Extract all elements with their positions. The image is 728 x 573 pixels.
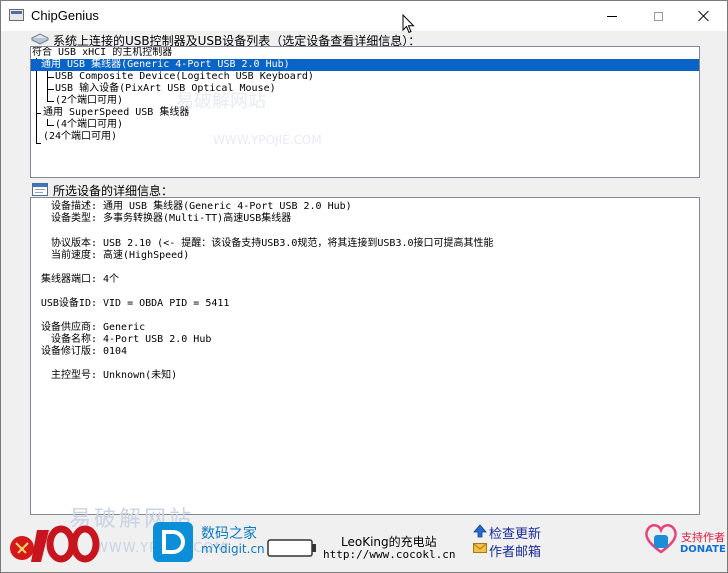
usb-tree-icon — [31, 33, 49, 45]
tree-connector-line — [47, 71, 48, 102]
author-website-link[interactable]: http://www.cocokl.cn — [323, 548, 455, 561]
detail-label-hub-ports: 集线器端口: — [40, 274, 97, 285]
donate-label-en[interactable]: DONATE — [680, 544, 726, 555]
detail-value-protocol: USB 2.10 (<- 提醒：该设备支持USB3.0规范，将其连接到USB3.… — [103, 238, 494, 249]
detail-label-revision: 设备修订版: — [40, 346, 97, 357]
title-bar[interactable]: ChipGenius — [1, 1, 727, 31]
detail-value-device-name: 4-Port USB 2.0 Hub — [103, 334, 212, 345]
chipgenius-app-icon — [9, 9, 24, 21]
mydigit-site-url[interactable]: mYdigit.cn — [201, 542, 265, 556]
chipgenius-window: ChipGenius 系统上连接的USB控制器及USB设备列表（选定设备查看详细… — [0, 0, 728, 573]
device-details-panel[interactable]: 设备描述: 通用 USB 集线器(Generic 4-Port USB 2.0 … — [30, 197, 700, 515]
tree-connector-line — [36, 143, 41, 144]
detail-value-device-id: VID = OBDA PID = 5411 — [103, 298, 230, 309]
watermark-text: 易破解网站 — [176, 91, 266, 112]
tree-item-ports-available[interactable]: (4个端口可用) — [55, 119, 123, 131]
tree-connector-line — [47, 77, 54, 78]
minimize-button[interactable] — [589, 1, 635, 31]
mail-icon — [473, 543, 487, 553]
maximize-button[interactable] — [635, 1, 681, 31]
detail-value-revision: 0104 — [103, 346, 128, 357]
maximize-icon — [653, 11, 663, 21]
100-years-anniversary-logo — [10, 525, 100, 563]
minimize-icon — [607, 15, 617, 17]
author-email-link[interactable]: 作者邮箱 — [489, 541, 541, 560]
detail-value-hub-ports: 4个 — [103, 274, 120, 285]
detail-value-vendor: Generic — [103, 322, 146, 333]
watermark-url: WWW.YPOJIE.COM — [213, 133, 322, 147]
tree-connector-line — [36, 113, 41, 114]
close-icon — [698, 10, 710, 22]
donate-heart-icon[interactable] — [643, 521, 679, 555]
tree-item-superspeed-hub[interactable]: 通用 SuperSpeed USB 集线器 — [43, 107, 189, 119]
detail-value-controller: Unknown(未知) — [103, 370, 178, 381]
detail-label-controller: 主控型号: — [50, 370, 97, 381]
detail-label-speed: 当前速度: — [50, 250, 97, 261]
tree-connector-line — [47, 125, 54, 126]
detail-value-type: 多事务转换器(Multi-TT)高速USB集线器 — [103, 213, 292, 224]
detail-label-device-name: 设备名称: — [50, 334, 97, 345]
mouse-cursor-icon — [402, 14, 415, 34]
battery-icon — [267, 539, 316, 557]
detail-value-speed: 高速(HighSpeed) — [103, 250, 190, 261]
device-tree[interactable]: 符合 USB xHCI 的主机控制器 通用 USB 集线器(Generic 4-… — [30, 46, 700, 178]
details-window-icon — [32, 183, 48, 196]
detail-label-type: 设备类型: — [50, 213, 97, 224]
tree-connector-line — [47, 89, 54, 90]
detail-label-description: 设备描述: — [50, 201, 97, 212]
mydigit-site-name[interactable]: 数码之家 — [201, 523, 257, 543]
mydigit-logo-icon[interactable] — [153, 522, 193, 562]
detail-label-protocol: 协议版本: — [50, 238, 97, 249]
tree-item-logitech-keyboard[interactable]: USB Composite Device(Logitech USB Keyboa… — [55, 71, 314, 83]
update-check-icon — [473, 524, 487, 538]
close-button[interactable] — [681, 1, 727, 31]
tree-item-ports-available[interactable]: (24个端口可用) — [43, 131, 117, 143]
mydigit-d-icon — [162, 530, 185, 554]
detail-label-device-id: USB设备ID: — [40, 298, 97, 309]
tree-item-generic-usb-hub[interactable]: 通用 USB 集线器(Generic 4-Port USB 2.0 Hub) — [31, 59, 699, 71]
tree-connector-line — [47, 101, 54, 102]
tree-item-xhci-controller[interactable]: 符合 USB xHCI 的主机控制器 — [32, 47, 172, 59]
tree-item-ports-available[interactable]: (2个端口可用) — [55, 95, 123, 107]
check-update-link[interactable]: 检查更新 — [489, 523, 541, 542]
detail-label-vendor: 设备供应商: — [40, 322, 97, 333]
donate-label-cn[interactable]: 支持作者 — [681, 529, 725, 545]
detail-value-description: 通用 USB 集线器(Generic 4-Port USB 2.0 Hub) — [103, 201, 352, 212]
window-title: ChipGenius — [31, 8, 99, 23]
